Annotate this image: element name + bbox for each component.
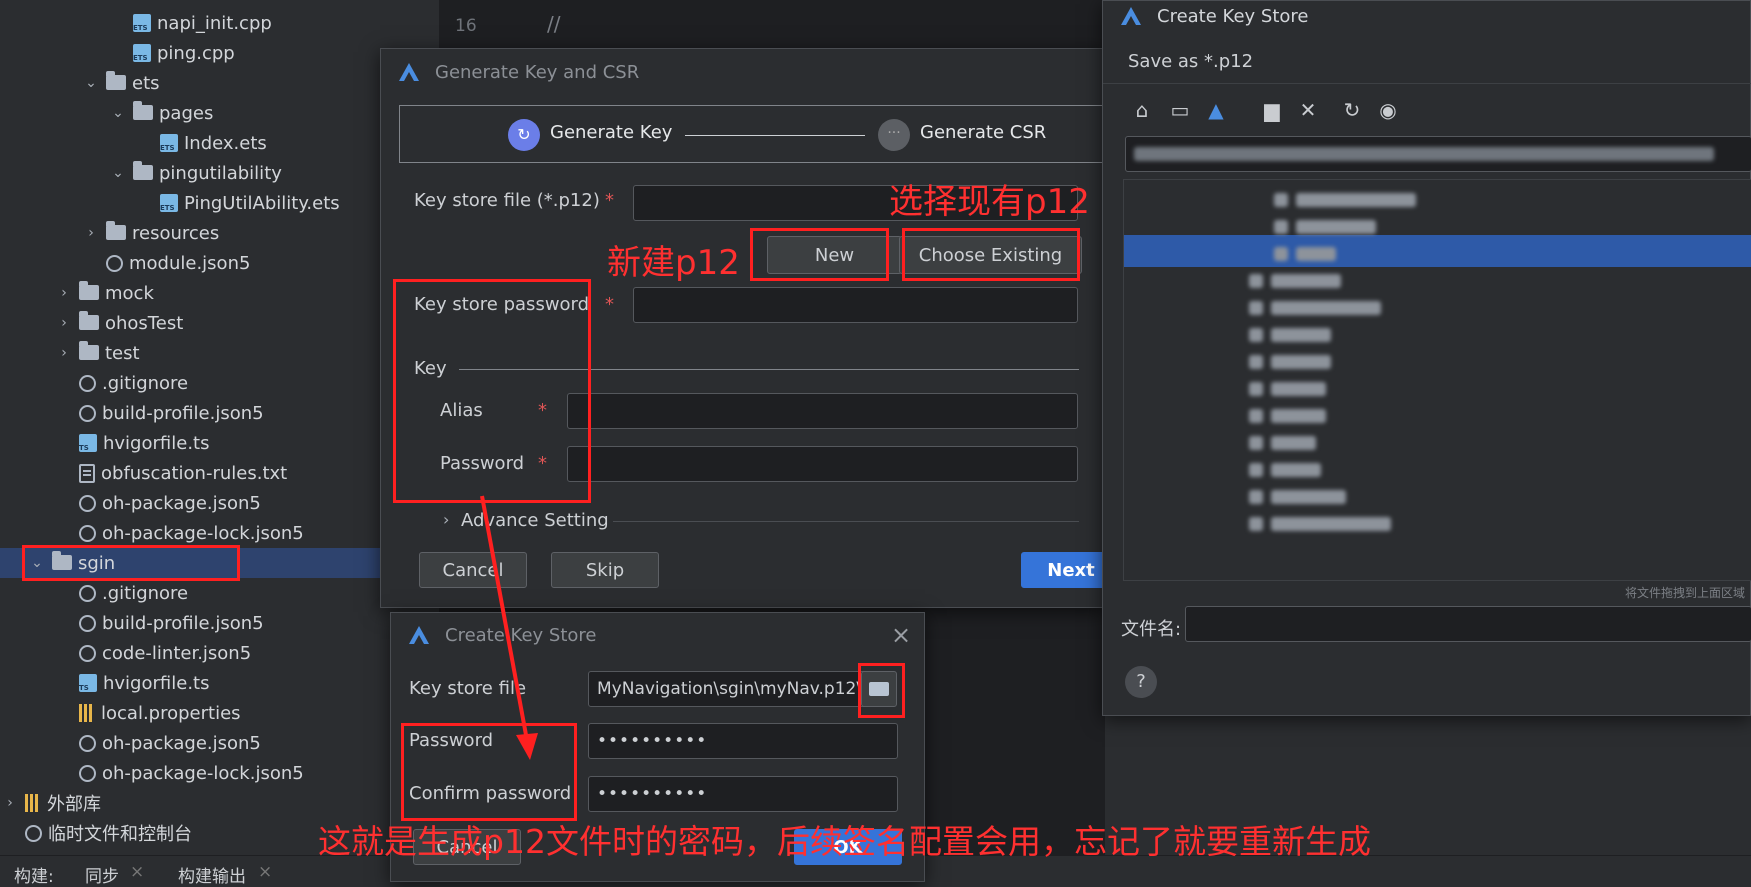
annotation-arrow	[480, 495, 538, 760]
annotation-password-note: 这就是生成p12文件时的密码，后续签名配置会用，忘记了就要重新生成	[318, 822, 1371, 861]
annotation-new-p12: 新建p12	[607, 243, 740, 283]
annotation-choose-existing: 选择现有p12	[889, 182, 1090, 222]
